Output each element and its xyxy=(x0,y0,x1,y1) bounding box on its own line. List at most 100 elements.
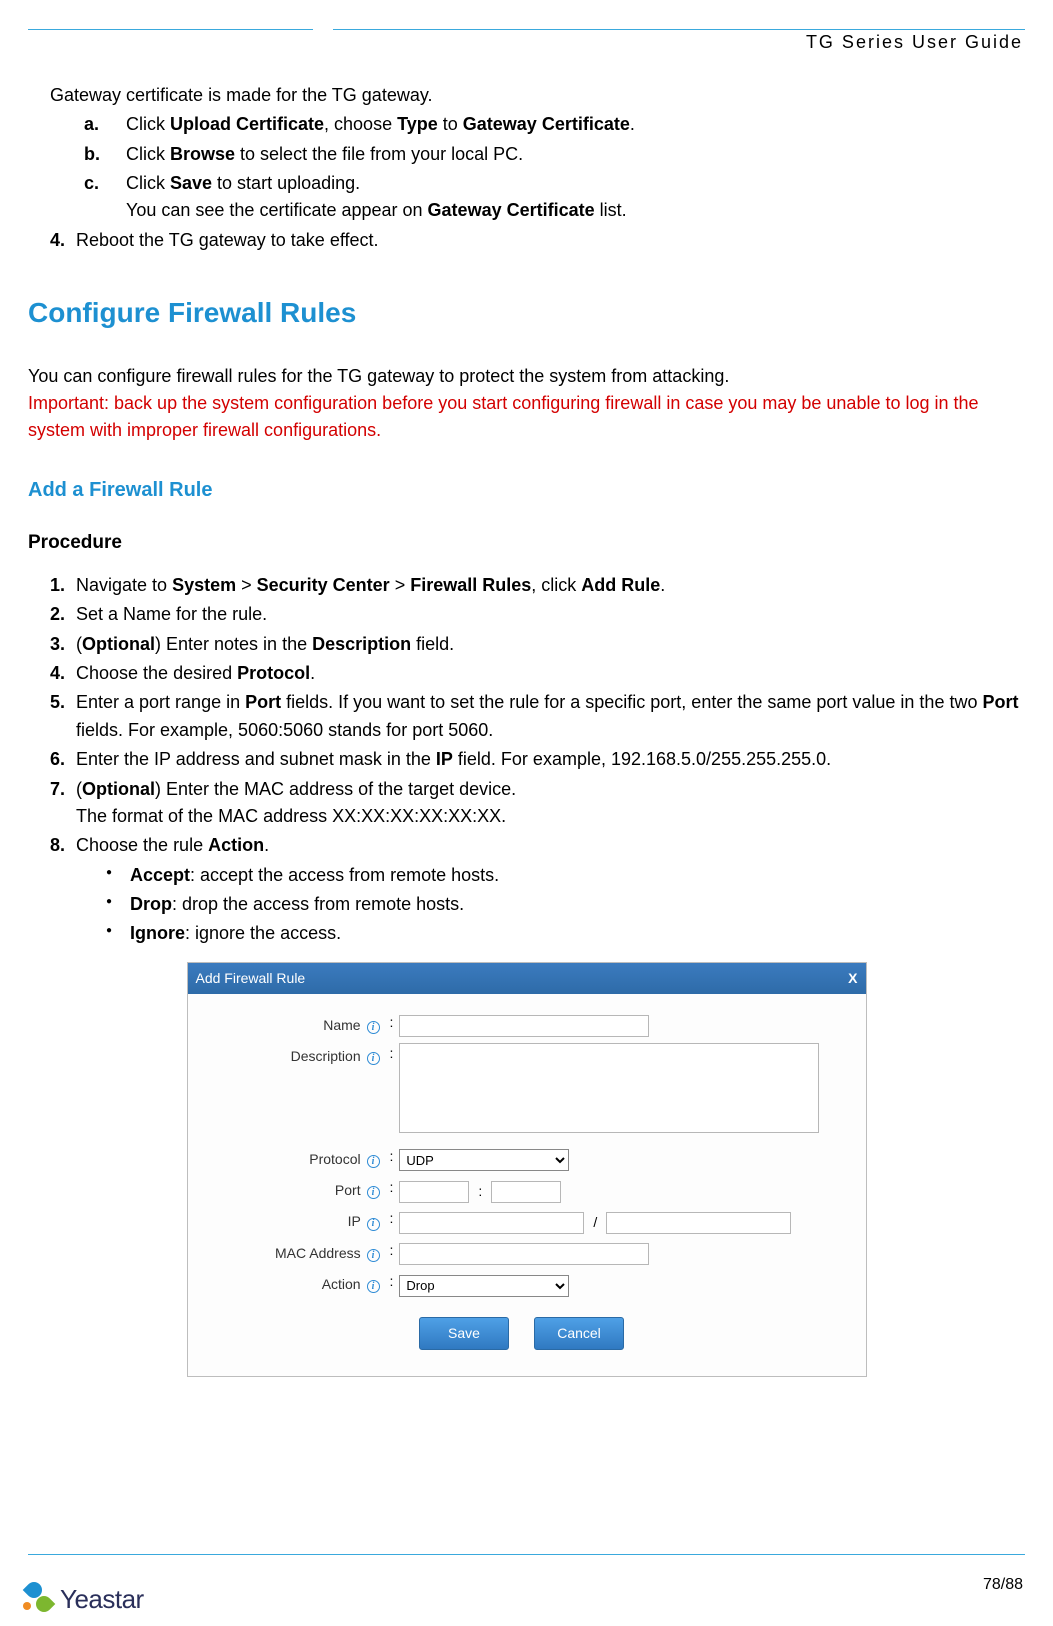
bold: Port xyxy=(245,692,281,712)
label-action: Action i xyxy=(196,1271,386,1295)
text: field. xyxy=(411,634,454,654)
info-icon[interactable]: i xyxy=(367,1249,380,1262)
logo-mark-icon xyxy=(22,1582,56,1616)
action-ignore: Ignore: ignore the access. xyxy=(98,920,1025,947)
proc-step-8: 8. Choose the rule Action. Accept: accep… xyxy=(50,832,1025,947)
text: : ignore the access. xyxy=(185,923,341,943)
bold: Description xyxy=(312,634,411,654)
bold: Gateway Certificate xyxy=(428,200,595,220)
text: . xyxy=(310,663,315,683)
row-port: Port i : : xyxy=(196,1177,848,1204)
label-c: c. xyxy=(84,170,99,197)
text: . xyxy=(660,575,665,595)
label-2: 2. xyxy=(50,601,65,628)
mac-input[interactable] xyxy=(399,1243,649,1265)
label-ip: IP i xyxy=(196,1208,386,1232)
close-icon[interactable]: X xyxy=(848,968,857,989)
step-4-list: 4. Reboot the TG gateway to take effect. xyxy=(28,227,1025,254)
action-list: Accept: accept the access from remote ho… xyxy=(76,862,1025,948)
text: > xyxy=(236,575,257,595)
proc-step-4: 4. Choose the desired Protocol. xyxy=(50,660,1025,687)
add-firewall-rule-dialog: Add Firewall Rule X Name i : Description… xyxy=(187,962,867,1377)
text: > xyxy=(390,575,411,595)
label-text: MAC Address xyxy=(275,1245,361,1261)
info-icon[interactable]: i xyxy=(367,1218,380,1231)
text: Click xyxy=(126,114,170,134)
label-text: Protocol xyxy=(309,1151,360,1167)
proc-step-5: 5. Enter a port range in Port fields. If… xyxy=(50,689,1025,744)
ip-separator: / xyxy=(589,1214,601,1230)
text: , choose xyxy=(324,114,397,134)
cancel-button[interactable]: Cancel xyxy=(534,1317,624,1350)
text: ) Enter notes in the xyxy=(155,634,312,654)
label-text: Name xyxy=(323,1017,360,1033)
cert-step-a: a. Click Upload Certificate, choose Type… xyxy=(84,111,1025,138)
cert-step-c-note: You can see the certificate appear on Ga… xyxy=(126,197,1025,224)
intro-line: Gateway certificate is made for the TG g… xyxy=(28,82,1025,109)
info-icon[interactable]: i xyxy=(367,1186,380,1199)
label-7: 7. xyxy=(50,776,65,803)
info-icon[interactable]: i xyxy=(367,1280,380,1293)
name-input[interactable] xyxy=(399,1015,649,1037)
important-note: Important: back up the system configurat… xyxy=(28,390,1025,445)
row-name: Name i : xyxy=(196,1012,848,1039)
label-3: 3. xyxy=(50,631,65,658)
label-mac: MAC Address i xyxy=(196,1240,386,1264)
bold: Optional xyxy=(82,634,155,654)
bold: Security Center xyxy=(257,575,390,595)
description-input[interactable] xyxy=(399,1043,819,1133)
header-divider-left xyxy=(28,29,313,30)
protocol-select[interactable]: UDP xyxy=(399,1149,569,1171)
procedure-heading: Procedure xyxy=(28,529,1025,558)
footer-divider xyxy=(28,1554,1025,1555)
colon: : xyxy=(386,1240,400,1261)
label-1: 1. xyxy=(50,572,65,599)
bold: Add Rule xyxy=(581,575,660,595)
colon: : xyxy=(386,1177,400,1198)
text: to start uploading. xyxy=(212,173,360,193)
bold: Action xyxy=(208,835,264,855)
label-4: 4. xyxy=(50,227,65,254)
label-description: Description i xyxy=(196,1043,386,1067)
info-icon[interactable]: i xyxy=(367,1052,380,1065)
row-description: Description i : xyxy=(196,1043,848,1141)
action-drop: Drop: drop the access from remote hosts. xyxy=(98,891,1025,918)
text: , click xyxy=(531,575,581,595)
label-text: Action xyxy=(322,1276,361,1292)
port-from-input[interactable] xyxy=(399,1181,469,1203)
text: : accept the access from remote hosts. xyxy=(190,865,499,885)
proc-step-6: 6. Enter the IP address and subnet mask … xyxy=(50,746,1025,773)
port-to-input[interactable] xyxy=(491,1181,561,1203)
text: . xyxy=(630,114,635,134)
proc-step-7: 7. (Optional) Enter the MAC address of t… xyxy=(50,776,1025,831)
bold: Drop xyxy=(130,894,172,914)
procedure-steps: 1. Navigate to System > Security Center … xyxy=(28,572,1025,948)
bold: Optional xyxy=(82,779,155,799)
text: Reboot the TG gateway to take effect. xyxy=(76,230,379,250)
text: Choose the desired xyxy=(76,663,237,683)
row-mac: MAC Address i : xyxy=(196,1240,848,1267)
info-icon[interactable]: i xyxy=(367,1155,380,1168)
text: You can see the certificate appear on xyxy=(126,200,428,220)
ip-input[interactable] xyxy=(399,1212,584,1234)
page-content: Gateway certificate is made for the TG g… xyxy=(0,0,1053,1377)
action-select[interactable]: Drop xyxy=(399,1275,569,1297)
dialog-buttons: Save Cancel xyxy=(196,1303,848,1366)
text: field. For example, 192.168.5.0/255.255.… xyxy=(453,749,831,769)
bold: Save xyxy=(170,173,212,193)
proc-step-1: 1. Navigate to System > Security Center … xyxy=(50,572,1025,599)
text: list. xyxy=(595,200,627,220)
mask-input[interactable] xyxy=(606,1212,791,1234)
text: to xyxy=(438,114,463,134)
colon: : xyxy=(386,1271,400,1292)
subsection-heading: Add a Firewall Rule xyxy=(28,475,1025,505)
save-button[interactable]: Save xyxy=(419,1317,509,1350)
text: to select the file from your local PC. xyxy=(235,144,523,164)
text: fields. For example, 5060:5060 stands fo… xyxy=(76,720,493,740)
cert-substeps: a. Click Upload Certificate, choose Type… xyxy=(28,111,1025,224)
row-ip: IP i : / xyxy=(196,1208,848,1235)
label-name: Name i xyxy=(196,1012,386,1036)
info-icon[interactable]: i xyxy=(367,1021,380,1034)
bold: Port xyxy=(982,692,1018,712)
bold: Browse xyxy=(170,144,235,164)
